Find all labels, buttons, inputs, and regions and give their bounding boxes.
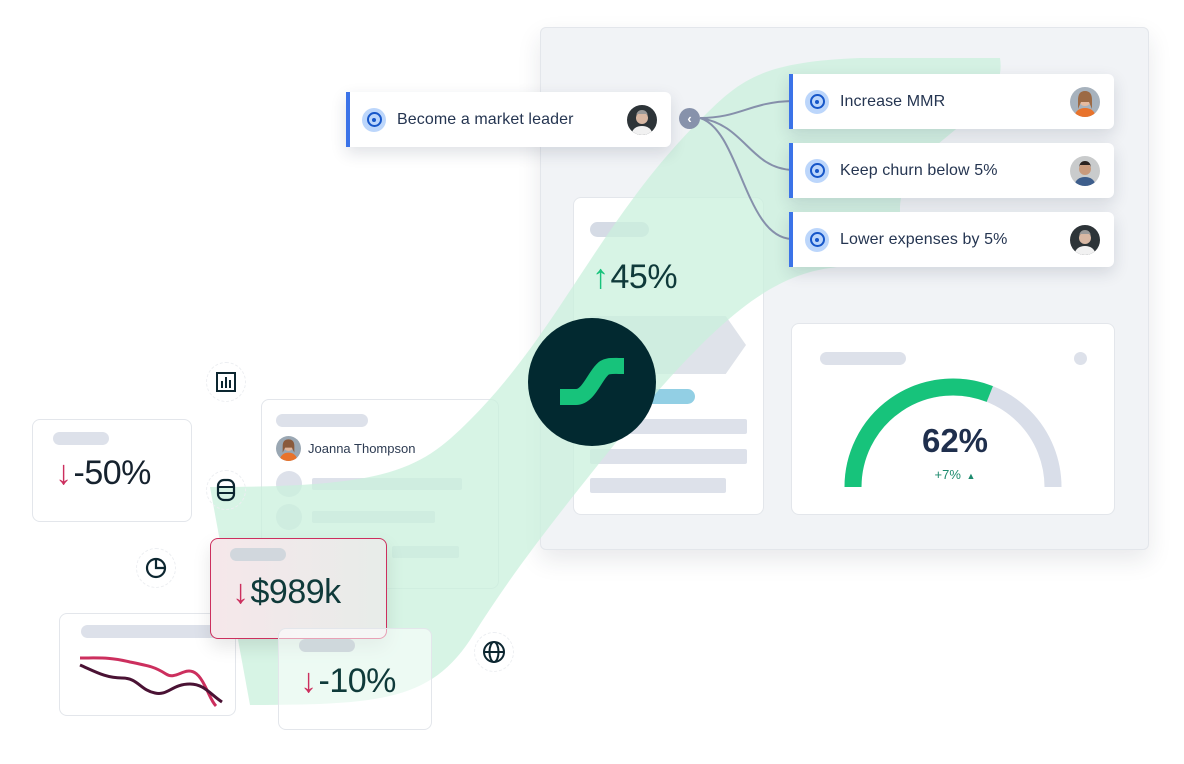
card-title-placeholder (820, 352, 906, 365)
bar-chart-icon[interactable] (206, 362, 246, 402)
card-title-placeholder (590, 222, 649, 237)
avatar[interactable] (276, 436, 301, 461)
database-icon[interactable] (206, 470, 246, 510)
arrow-down-icon: ↓ (300, 662, 317, 700)
avatar[interactable] (1070, 225, 1100, 255)
pie-chart-icon[interactable] (136, 548, 176, 588)
card-title-placeholder (230, 548, 286, 561)
goal-card-child[interactable]: Lower expenses by 5% (789, 212, 1114, 267)
target-icon (362, 107, 386, 132)
growth-metric-value: ↑ 45% (592, 258, 678, 297)
target-icon (805, 89, 829, 114)
target-icon (805, 227, 829, 252)
metric-value: -10% (318, 662, 397, 700)
avatar[interactable] (1070, 156, 1100, 186)
gauge-delta-label: +7% (934, 467, 961, 482)
avatar[interactable] (1070, 87, 1100, 117)
card-menu-dot[interactable] (1074, 352, 1087, 365)
metric-value: 45% (610, 258, 678, 296)
list-line-placeholder (392, 546, 459, 558)
list-avatar-placeholder (276, 471, 302, 497)
trend-line-dark (79, 663, 223, 704)
chevron-left-icon[interactable]: ‹ (679, 108, 700, 129)
decline-metric-value: ↓ -50% (55, 454, 151, 493)
target-icon (805, 158, 829, 183)
card-title-placeholder (53, 432, 109, 445)
goal-card-parent[interactable]: Become a market leader (346, 92, 671, 147)
metric-value: -50% (73, 454, 152, 492)
list-avatar-placeholder (276, 504, 302, 530)
gauge-value: 62% (921, 422, 989, 459)
goal-label: Keep churn below 5% (840, 161, 998, 179)
revenue-metric-value: ↓ $989k (232, 573, 341, 612)
goal-card-child[interactable]: Increase MMR (789, 74, 1114, 129)
gauge-delta: +7% ▲ (900, 467, 1010, 482)
arrow-down-icon: ↓ (232, 573, 249, 611)
line-placeholder (590, 478, 726, 493)
card-title-placeholder (299, 639, 355, 652)
goal-label: Become a market leader (397, 110, 574, 128)
list-line-placeholder (312, 478, 462, 490)
small-decline-metric-value: ↓ -10% (300, 662, 396, 701)
brand-logo (528, 318, 656, 446)
globe-icon[interactable] (474, 632, 514, 672)
metric-value: $989k (250, 573, 342, 611)
goal-label: Increase MMR (840, 92, 946, 110)
goal-card-child[interactable]: Keep churn below 5% (789, 143, 1114, 198)
goal-label: Lower expenses by 5% (840, 230, 1008, 248)
avatar[interactable] (627, 105, 657, 135)
line-placeholder (590, 449, 747, 464)
trend-line-red (79, 656, 218, 708)
arrow-up-icon: ↑ (592, 258, 609, 296)
arrow-down-icon: ↓ (55, 454, 72, 492)
triangle-up-icon: ▲ (966, 471, 976, 481)
list-line-placeholder (312, 511, 435, 523)
gauge-card[interactable] (791, 323, 1115, 515)
brand-mark-icon (560, 357, 625, 405)
person-name: Joanna Thompson (308, 441, 416, 456)
card-title-placeholder (276, 414, 368, 427)
